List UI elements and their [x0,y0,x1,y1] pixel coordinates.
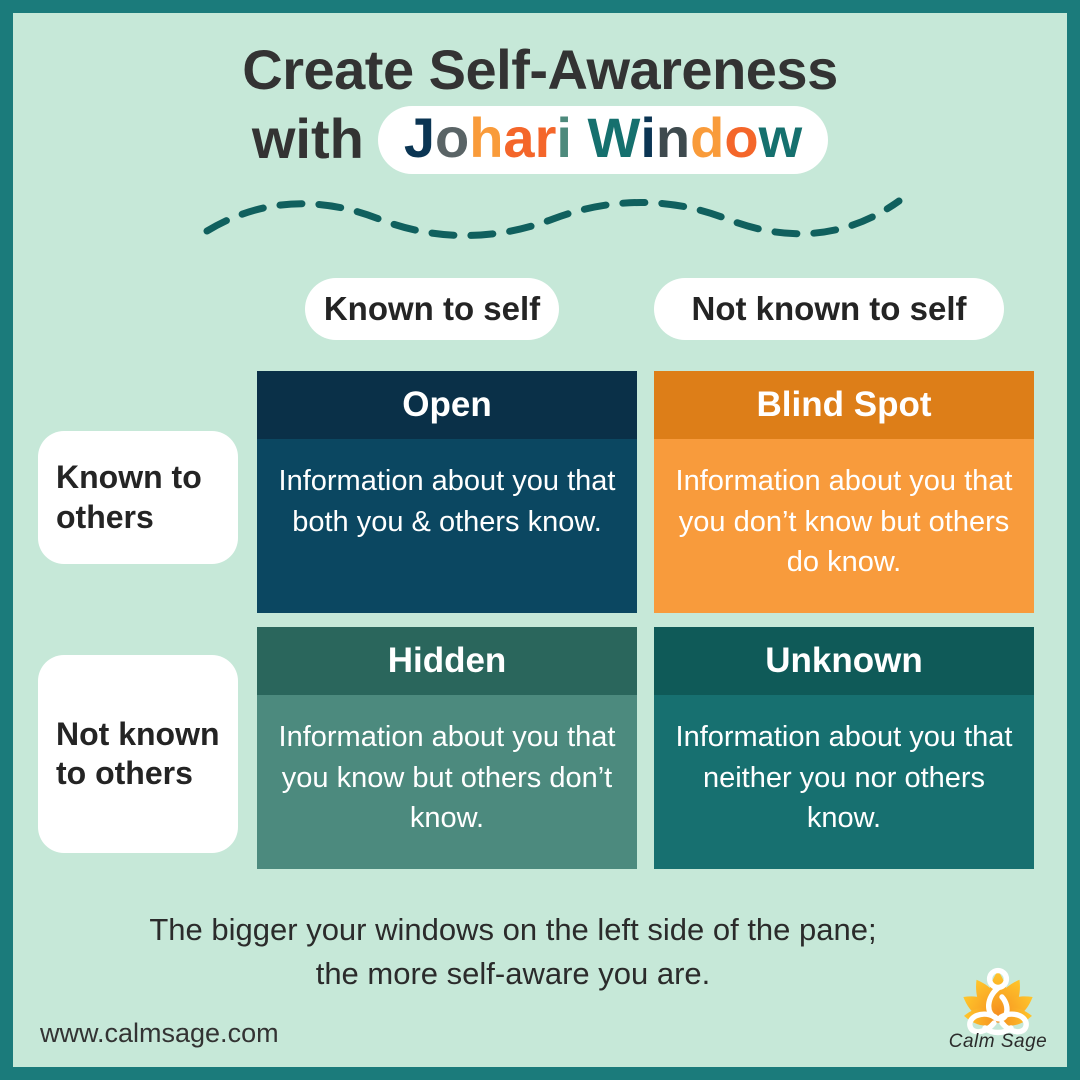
brand-letter-2: h [469,105,504,169]
quadrant-open-body: Information about you that both you & ot… [257,439,637,613]
row-label-not-known-to-others: Not known to others [38,655,238,853]
brand-letter-9: n [655,105,691,169]
caption-line-1: The bigger your windows on the left side… [149,912,877,947]
dashed-wave-divider [203,197,903,239]
brand-letter-11: o [724,105,759,169]
quadrant-title: Open [402,385,492,424]
column-label-not-known-to-self: Not known to self [654,278,1004,340]
title-block: Create Self-Awareness with Johari Window [13,38,1067,174]
brand-letter-8: i [640,105,656,169]
quadrant-open: Open Information about you that both you… [257,371,637,613]
quadrant-open-header: Open [257,371,637,439]
quadrant-blind-spot: Blind Spot Information about you that yo… [654,371,1034,613]
row-label-text: Known to others [56,459,202,535]
brand-letter-12: w [758,105,803,169]
caption-line-2: the more self-aware you are. [315,956,711,992]
quadrant-hidden: Hidden Information about you that you kn… [257,627,637,869]
row-label-text: Not known to others [56,715,220,791]
website-url[interactable]: www.calmsage.com [40,1018,279,1049]
title-with-word: with [251,107,364,171]
quadrant-hidden-body: Information about you that you know but … [257,695,637,869]
page-title-line1: Create Self-Awareness [242,38,838,101]
poster-canvas: Create Self-Awareness with Johari Window… [13,13,1067,1067]
brand-letter-5: i [556,105,572,169]
column-label-known-to-self: Known to self [305,278,559,340]
quadrant-title: Hidden [387,641,507,680]
footer-caption: The bigger your windows on the left side… [73,908,953,996]
brand-letter-7: W [587,105,641,169]
brand-name-johari-window: Johari Window [377,105,829,174]
quadrant-blind-spot-header: Blind Spot [654,371,1034,439]
quadrant-hidden-header: Hidden [257,627,637,695]
brand-letter-0: J [403,105,435,169]
quadrant-blind-spot-body: Information about you that you don’t kno… [654,439,1034,613]
brand-letter-1: o [434,105,470,169]
brand-letter-3: a [503,105,535,169]
quadrant-unknown-body: Information about you that neither you n… [654,695,1034,869]
quadrant-title: Unknown [765,641,923,680]
row-label-known-to-others: Known to others [38,431,238,564]
logo-wordmark: Calm Sage [948,1031,1048,1052]
page-title-line2: with Johari Window [13,105,1067,174]
brand-letter-4: r [534,105,557,169]
poster-border-frame: Create Self-Awareness with Johari Window… [0,0,1080,1080]
quadrant-title: Blind Spot [756,385,932,424]
column-label-text: Not known to self [691,290,967,327]
column-label-text: Known to self [323,290,541,327]
quadrant-unknown-header: Unknown [654,627,1034,695]
brand-letter-6 [572,110,588,166]
brand-letter-10: d [690,105,725,169]
quadrant-unknown: Unknown Information about you that neith… [654,627,1034,869]
